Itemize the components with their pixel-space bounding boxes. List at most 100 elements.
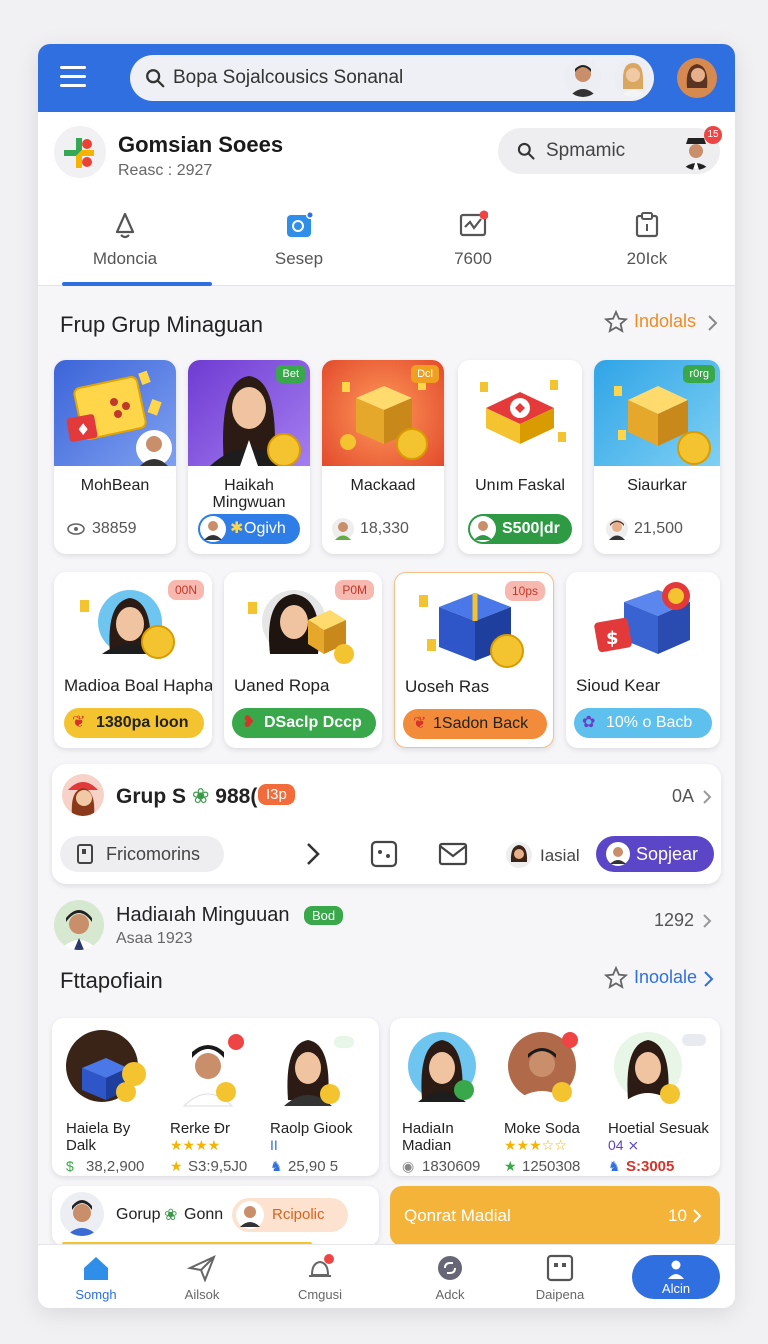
nav-item-send[interactable]: Ailsok [144,1245,260,1308]
person-name: HadiaIn [402,1120,454,1137]
trophy-icon: ♞ [270,1158,283,1174]
star-icon [604,310,628,333]
search-input[interactable]: Spmamic [546,140,625,162]
promo-banner[interactable]: Qonrat Madial 10 [390,1186,720,1246]
tab-sesep[interactable]: Sesep [212,202,386,286]
person-icon [668,1260,684,1279]
avatar [60,1192,104,1236]
gift-icon: ❥ [242,714,256,731]
tab-label: Sesep [274,249,324,268]
tab-20ick[interactable]: 20Ick [560,202,734,286]
bottom-group-card[interactable]: Gorup ❀ Gonn Rcipolic [52,1186,379,1246]
product-pill[interactable]: ❥ DSaclp Dccp [232,708,376,738]
pill-label: 1Sadon Back [433,715,529,732]
product-card[interactable]: $ Sioud Kear ✿ 10% o Bacb [566,572,720,748]
rating-stars: ★★★☆☆ [504,1137,567,1153]
avatar[interactable] [614,59,652,97]
avatar[interactable] [506,842,532,868]
nav-item-profile[interactable]: Alcin [632,1255,720,1299]
product-card[interactable]: Dcl Mackaad 18,330 [322,360,444,554]
grid-icon [546,1254,574,1282]
avatar [66,1030,146,1102]
avatar [236,1201,264,1229]
product-pill[interactable]: ❦ 1Sadon Back [403,709,547,739]
product-card[interactable]: 10ps Uoseh Ras ❦ 1Sadon Back [394,572,554,748]
nav-item-home[interactable]: Somgh [38,1245,154,1308]
product-image: $ [594,582,690,654]
person-count-link[interactable]: 1292 [654,910,724,934]
person-name: Hoetial Sesuak [608,1120,709,1137]
tab-label: Mdoncia [92,249,158,268]
product-image: ♦ [54,360,176,466]
product-pill[interactable]: Ogivh ✱ [198,514,300,544]
product-name: Haikah Mingwuan [212,477,286,511]
avatar[interactable] [54,900,104,950]
chart-icon [459,210,488,237]
product-badge: 10ps [504,581,545,601]
product-pill[interactable]: ✿ 10% o Bacb [574,708,712,738]
product-card[interactable]: r0rg Siaurkar 21,500 [594,360,720,554]
person-name: Moke Soda [504,1120,580,1137]
product-pill[interactable]: ❦ 1380pa loon [64,708,204,738]
nav-item-grid[interactable]: Daipena [502,1245,618,1308]
avatar [408,1032,476,1102]
group-tag: I3p [258,784,295,805]
person-value: 38,2,900 [86,1158,145,1175]
home-icon [84,1257,108,1280]
product-pill[interactable]: S500|dr [468,514,572,544]
person-name: Madian [402,1137,452,1154]
person-name: Dalk [66,1137,97,1154]
flower-icon: ❀ [164,1207,178,1224]
favorites-link[interactable]: Indolals [602,308,722,338]
join-button[interactable]: Sopjear [596,836,714,872]
avatar [470,516,496,542]
product-card[interactable]: Unım Faskal S500|dr [458,360,582,554]
group-avatar[interactable] [62,774,104,816]
filter-chip[interactable]: Fricomorins [60,836,224,872]
chevron-right-icon[interactable] [304,840,322,868]
svg-text:$: $ [606,628,619,649]
people-card: Haiela By Dalk $ 38,2,900 Rerke Ðr ★★★★ … [52,1018,379,1176]
profile-avatar[interactable] [677,58,717,98]
tab-7600[interactable]: 7600 [386,202,560,286]
pill-label: S500|dr [502,520,560,537]
product-card[interactable]: 00N Madioa Boal Hapha ❦ 1380pa loon [54,572,212,748]
gift-icon: ❦ [72,714,86,731]
bell-icon [115,212,135,239]
send-icon [187,1255,216,1282]
nav-item-refresh[interactable]: Adck [392,1245,508,1308]
dot-icon: ◉ [402,1158,415,1174]
bottom-group-pill[interactable]: Rcipolic [232,1198,348,1232]
avatar[interactable] [564,59,602,97]
favorites-link[interactable]: Inoolale [602,964,722,994]
menu-icon[interactable] [60,66,86,88]
group-title: Grup S ❀ 988( [116,785,258,808]
tab-bar: Mdoncia Sesep 7600 20Ick [38,202,735,286]
section-title: Fttapofiain [60,968,163,993]
secondary-search[interactable]: Spmamic 15 [498,126,722,174]
search-input[interactable]: Bopa Sojalcousics Sonanal [173,67,403,89]
product-card[interactable]: ♦ MohBean 38859 [54,360,176,554]
product-card[interactable]: P0M Uaned Ropa ❥ DSaclp Dccp [224,572,382,748]
eye-icon [67,523,85,535]
sparkle-icon: ✱ [230,520,244,537]
search-icon [146,69,165,88]
person-subtitle: Asaa 1923 [116,930,193,947]
bell-icon [309,1254,334,1277]
rating-stars: II [270,1137,278,1153]
group-count-link[interactable]: 0A [672,786,716,810]
gift-icon: ✿ [582,714,596,731]
tab-mdoncia[interactable]: Mdoncia [38,202,212,286]
product-badge: P0M [335,580,374,600]
bottom-nav: Somgh Ailsok Cmgusi Adck Daipena Alcin [38,1244,735,1308]
search-bar[interactable]: Bopa Sojalcousics Sonanal [130,55,654,101]
product-card[interactable]: Bet Haikah Mingwuan Ogivh ✱ [188,360,310,554]
product-name: Uaned Ropa [234,676,330,695]
nav-item-notifications[interactable]: Cmgusi [262,1245,378,1308]
bookmark-icon [77,844,93,864]
dice-icon[interactable] [370,840,398,868]
clipboard-icon [635,212,659,238]
mail-icon[interactable] [438,842,468,866]
avatar [606,518,628,540]
star-icon [604,966,628,989]
